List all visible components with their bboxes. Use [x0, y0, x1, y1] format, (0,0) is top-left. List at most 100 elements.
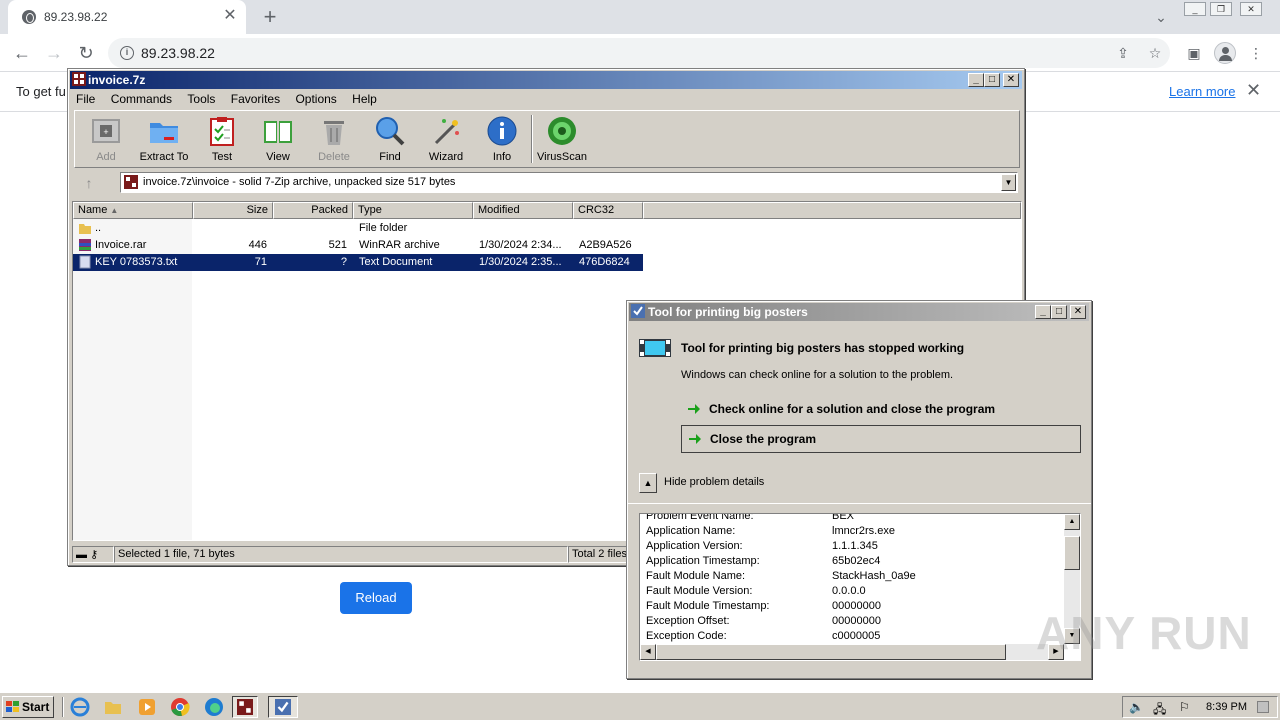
- minimize-button[interactable]: _: [1184, 2, 1206, 16]
- find-magnifier-icon: [376, 117, 405, 146]
- close-button[interactable]: ✕: [1003, 73, 1019, 87]
- check-online-label: Check online for a solution and close th…: [709, 402, 996, 416]
- toolbar-delete-button[interactable]: Delete: [303, 111, 365, 167]
- hscroll-thumb[interactable]: [656, 644, 1006, 660]
- column-crc32[interactable]: CRC32: [573, 202, 643, 219]
- table-row[interactable]: .. File folder: [73, 220, 643, 237]
- toolbar-wizard-label: Wizard: [428, 151, 464, 163]
- learn-more-link[interactable]: Learn more: [1169, 84, 1235, 99]
- column-type[interactable]: Type: [353, 202, 473, 219]
- up-folder-icon[interactable]: ↑: [80, 175, 98, 191]
- sevenzip-titlebar[interactable]: invoice.7z _ □ ✕: [70, 71, 1022, 89]
- maximize-button[interactable]: □: [984, 73, 1000, 87]
- globe-icon: [22, 10, 36, 24]
- volume-icon[interactable]: 🔈: [1129, 700, 1144, 714]
- share-icon[interactable]: ⇪: [1114, 44, 1132, 62]
- toolbar-wizard-button[interactable]: Wizard: [415, 111, 477, 167]
- minimize-button[interactable]: _: [1035, 305, 1051, 319]
- menu-commands[interactable]: Commands: [105, 90, 178, 108]
- toolbar-add-button[interactable]: + Add: [75, 111, 137, 167]
- browser-tab[interactable]: 89.23.98.22 ✕: [8, 0, 246, 34]
- taskbar: Start 🔈 🖧 ⚐ 8:39 PM: [0, 692, 1280, 720]
- menu-tools[interactable]: Tools: [181, 90, 221, 108]
- column-name[interactable]: Name ▲: [73, 202, 193, 219]
- minimize-button[interactable]: _: [968, 73, 984, 87]
- menu-file[interactable]: File: [70, 90, 101, 108]
- details-horizontal-scrollbar[interactable]: ◀ ▶: [640, 644, 1064, 660]
- info-icon: [487, 116, 517, 146]
- address-bar[interactable]: i 89.23.98.22 ⇪ ☆: [108, 38, 1170, 68]
- taskbar-error-button[interactable]: [268, 696, 298, 718]
- forward-icon[interactable]: →: [42, 41, 66, 65]
- menu-help[interactable]: Help: [346, 90, 383, 108]
- app-icon: [275, 699, 291, 715]
- url-text[interactable]: 89.23.98.22: [141, 45, 215, 61]
- menu-options[interactable]: Options: [289, 90, 342, 108]
- archive-path-text: invoice.7z\invoice - solid 7-Zip archive…: [143, 176, 456, 188]
- new-tab-button[interactable]: +: [258, 5, 282, 29]
- maximize-button[interactable]: □: [1051, 305, 1067, 319]
- check-online-button[interactable]: Check online for a solution and close th…: [681, 396, 1081, 424]
- extract-folder-icon: [150, 123, 178, 143]
- back-icon[interactable]: ←: [10, 41, 34, 65]
- status-selected: Selected 1 file, 71 bytes: [114, 546, 568, 563]
- column-size[interactable]: Size: [193, 202, 273, 219]
- winrar-archive-icon: [79, 239, 91, 251]
- start-button[interactable]: Start: [2, 696, 54, 718]
- close-button[interactable]: ✕: [1070, 305, 1086, 319]
- tab-search-chevron-icon[interactable]: ⌄: [1150, 6, 1172, 28]
- toggle-details-label[interactable]: Hide problem details: [664, 476, 764, 488]
- toggle-details-button[interactable]: ▲: [639, 473, 657, 493]
- close-tab-icon[interactable]: ✕: [220, 6, 240, 26]
- bookmark-star-icon[interactable]: ☆: [1146, 44, 1164, 62]
- chrome-icon[interactable]: [170, 697, 190, 717]
- action-center-flag-icon[interactable]: ⚐: [1179, 700, 1190, 714]
- column-modified[interactable]: Modified: [473, 202, 573, 219]
- menu-favorites[interactable]: Favorites: [225, 90, 286, 108]
- side-panel-icon[interactable]: ▣: [1184, 43, 1204, 63]
- dialog-titlebar[interactable]: Tool for printing big posters _ □ ✕: [629, 303, 1089, 321]
- details-divider: [627, 503, 1091, 504]
- toolbar-view-button[interactable]: View: [247, 111, 309, 167]
- anyrun-watermark: ANY RUN: [1036, 607, 1252, 659]
- reload-button[interactable]: Reload: [340, 582, 412, 614]
- edge-icon[interactable]: [204, 697, 224, 717]
- toolbar-info-button[interactable]: Info: [471, 111, 533, 167]
- taskbar-7zip-button[interactable]: [232, 696, 258, 718]
- close-program-button[interactable]: Close the program: [681, 425, 1081, 453]
- close-window-button[interactable]: ✕: [1240, 2, 1262, 16]
- toolbar-find-button[interactable]: Find: [359, 111, 421, 167]
- internet-explorer-icon[interactable]: [70, 697, 90, 717]
- problem-details-box[interactable]: Problem Event Name: BEX Application Name:…: [639, 513, 1081, 661]
- address-row: ↑ invoice.7z\invoice - solid 7-Zip archi…: [74, 172, 1020, 194]
- file-explorer-icon[interactable]: [103, 697, 123, 717]
- dropdown-arrow-icon[interactable]: ▼: [1001, 174, 1016, 191]
- 7zip-app-icon: [237, 699, 253, 715]
- toolbar-test-button[interactable]: Test: [191, 111, 253, 167]
- test-clipboard-icon: [210, 117, 234, 146]
- archive-path-combobox[interactable]: invoice.7z\invoice - solid 7-Zip archive…: [120, 172, 1018, 193]
- profile-avatar[interactable]: [1214, 42, 1236, 64]
- network-icon[interactable]: 🖧: [1153, 700, 1166, 721]
- row-modified: 1/30/2024 2:35...: [479, 256, 562, 268]
- scroll-left-icon[interactable]: ◀: [640, 644, 656, 660]
- row-crc: A2B9A526: [579, 239, 632, 251]
- reload-icon[interactable]: ↻: [74, 41, 98, 65]
- media-player-icon[interactable]: [137, 697, 157, 717]
- menu-kebab-icon[interactable]: ⋮: [1246, 43, 1266, 63]
- show-desktop-icon[interactable]: [1257, 701, 1269, 713]
- table-row[interactable]: Invoice.rar 446 521 WinRAR archive 1/30/…: [73, 237, 643, 254]
- file-list-header: Name ▲ Size Packed Type Modified CRC32: [73, 202, 1021, 219]
- restore-button[interactable]: ❐: [1210, 2, 1232, 16]
- scroll-up-icon[interactable]: ▲: [1064, 514, 1080, 530]
- close-infobar-icon[interactable]: ✕: [1246, 80, 1261, 101]
- toolbar-extract-button[interactable]: Extract To: [133, 111, 195, 167]
- site-info-icon[interactable]: i: [120, 46, 134, 60]
- table-row-selected[interactable]: KEY 0783573.txt 71 ? Text Document 1/30/…: [73, 254, 643, 271]
- column-packed[interactable]: Packed: [273, 202, 353, 219]
- column-filler: [643, 202, 1021, 219]
- scroll-thumb[interactable]: [1064, 536, 1080, 570]
- add-archive-icon: +: [92, 119, 120, 143]
- 7zip-app-icon: [72, 72, 86, 86]
- toolbar-virusscan-button[interactable]: VirusScan: [531, 111, 593, 167]
